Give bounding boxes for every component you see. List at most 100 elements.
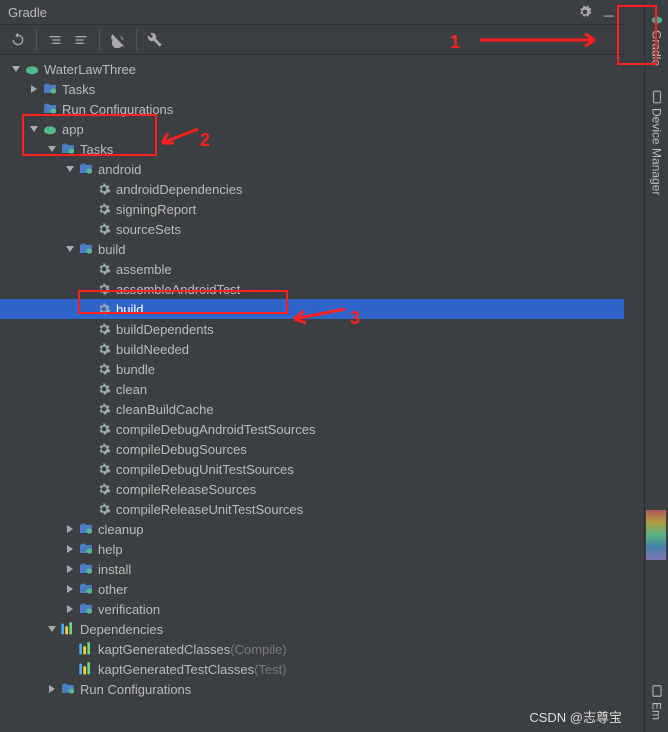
build-settings-button[interactable] xyxy=(143,28,167,52)
tree-row-tasks[interactable]: Tasks xyxy=(0,79,624,99)
tree-row-install[interactable]: install xyxy=(0,559,624,579)
tree-item-label: verification xyxy=(98,602,160,617)
folder-gradle-icon xyxy=(78,241,94,257)
gear-icon xyxy=(96,421,112,437)
expand-arrow[interactable] xyxy=(62,545,78,553)
deps-icon xyxy=(60,621,76,637)
tree-row-assemble[interactable]: assemble xyxy=(0,259,624,279)
right-tab-emulator[interactable]: Em xyxy=(648,680,666,724)
folder-gradle-icon xyxy=(78,601,94,617)
tree-row-compiledebugunittestsources[interactable]: compileDebugUnitTestSources xyxy=(0,459,624,479)
tree-row-bundle[interactable]: bundle xyxy=(0,359,624,379)
expand-all-button[interactable] xyxy=(43,28,67,52)
tree-item-label: kaptGeneratedTestClasses xyxy=(98,662,254,677)
tree-row-compilereleaseunittestsources[interactable]: compileReleaseUnitTestSources xyxy=(0,499,624,519)
tree-row-sourcesets[interactable]: sourceSets xyxy=(0,219,624,239)
gear-icon xyxy=(96,481,112,497)
tree-row-kaptgeneratedtestclasses[interactable]: kaptGeneratedTestClasses (Test) xyxy=(0,659,624,679)
panel-header: Gradle xyxy=(0,0,624,25)
tree-item-label: assembleAndroidTest xyxy=(116,282,240,297)
tree-item-label: Run Configurations xyxy=(80,682,191,697)
expand-arrow[interactable] xyxy=(8,66,24,72)
tree-row-clean[interactable]: clean xyxy=(0,379,624,399)
expand-arrow[interactable] xyxy=(62,166,78,172)
right-sidebar: Gradle Device Manager Em xyxy=(644,0,668,732)
tree-row-cleanbuildcache[interactable]: cleanBuildCache xyxy=(0,399,624,419)
tree-row-build[interactable]: build xyxy=(0,239,624,259)
tree-row-waterlawthree[interactable]: WaterLawThree xyxy=(0,59,624,79)
tree-row-compiledebugsources[interactable]: compileDebugSources xyxy=(0,439,624,459)
tree-item-label: build xyxy=(116,302,143,317)
tree-item-label: compileDebugAndroidTestSources xyxy=(116,422,315,437)
tree-row-kaptgeneratedclasses[interactable]: kaptGeneratedClasses (Compile) xyxy=(0,639,624,659)
settings-icon[interactable] xyxy=(578,5,592,19)
expand-arrow[interactable] xyxy=(44,685,60,693)
folder-gradle-icon xyxy=(78,521,94,537)
gear-icon xyxy=(96,441,112,457)
tree-row-builddependents[interactable]: buildDependents xyxy=(0,319,624,339)
tree-row-help[interactable]: help xyxy=(0,539,624,559)
expand-arrow[interactable] xyxy=(62,246,78,252)
toggle-offline-button[interactable] xyxy=(106,28,130,52)
tree-row-build[interactable]: build xyxy=(0,299,624,319)
expand-arrow[interactable] xyxy=(26,85,42,93)
gear-icon xyxy=(96,321,112,337)
refresh-button[interactable] xyxy=(6,28,30,52)
folder-gradle-icon xyxy=(60,681,76,697)
tree-row-androiddependencies[interactable]: androidDependencies xyxy=(0,179,624,199)
tree-row-android[interactable]: android xyxy=(0,159,624,179)
tree-row-signingreport[interactable]: signingReport xyxy=(0,199,624,219)
tree-item-label: Tasks xyxy=(62,82,95,97)
tree-item-label: compileDebugUnitTestSources xyxy=(116,462,294,477)
tree-item-label: compileReleaseUnitTestSources xyxy=(116,502,303,517)
gear-icon xyxy=(96,181,112,197)
gear-icon xyxy=(96,361,112,377)
gradle-icon xyxy=(650,12,664,26)
tree-row-run-configurations[interactable]: Run Configurations xyxy=(0,679,624,699)
expand-arrow[interactable] xyxy=(62,525,78,533)
gradle-tree[interactable]: WaterLawThreeTasksRun ConfigurationsappT… xyxy=(0,55,624,732)
expand-arrow[interactable] xyxy=(44,146,60,152)
gear-icon xyxy=(96,261,112,277)
gear-icon xyxy=(96,301,112,317)
tree-row-app[interactable]: app xyxy=(0,119,624,139)
tree-item-label: Tasks xyxy=(80,142,113,157)
folder-gradle-icon xyxy=(60,141,76,157)
tree-item-label: buildNeeded xyxy=(116,342,189,357)
gear-icon xyxy=(96,501,112,517)
folder-gradle-icon xyxy=(42,81,58,97)
right-tab-gradle[interactable]: Gradle xyxy=(648,8,666,70)
tree-row-assembleandroidtest[interactable]: assembleAndroidTest xyxy=(0,279,624,299)
tree-item-label: kaptGeneratedClasses xyxy=(98,642,230,657)
tree-row-compilereleasesources[interactable]: compileReleaseSources xyxy=(0,479,624,499)
tree-row-verification[interactable]: verification xyxy=(0,599,624,619)
tree-item-label: help xyxy=(98,542,123,557)
collapse-all-button[interactable] xyxy=(69,28,93,52)
expand-arrow[interactable] xyxy=(62,565,78,573)
expand-arrow[interactable] xyxy=(44,626,60,632)
tree-item-label: android xyxy=(98,162,141,177)
folder-gradle-icon xyxy=(78,581,94,597)
expand-arrow[interactable] xyxy=(62,605,78,613)
tree-row-run-configurations[interactable]: Run Configurations xyxy=(0,99,624,119)
deps-icon xyxy=(78,661,94,677)
tree-row-tasks[interactable]: Tasks xyxy=(0,139,624,159)
tree-item-label: signingReport xyxy=(116,202,196,217)
expand-arrow[interactable] xyxy=(62,585,78,593)
gear-icon xyxy=(96,401,112,417)
gear-icon xyxy=(96,201,112,217)
expand-arrow[interactable] xyxy=(26,126,42,132)
tree-row-dependencies[interactable]: Dependencies xyxy=(0,619,624,639)
tree-row-cleanup[interactable]: cleanup xyxy=(0,519,624,539)
tree-row-compiledebugandroidtestsources[interactable]: compileDebugAndroidTestSources xyxy=(0,419,624,439)
tree-row-buildneeded[interactable]: buildNeeded xyxy=(0,339,624,359)
gear-icon xyxy=(96,221,112,237)
tree-row-other[interactable]: other xyxy=(0,579,624,599)
gradle-icon xyxy=(42,121,58,137)
tree-item-label: compileReleaseSources xyxy=(116,482,256,497)
tree-item-label: build xyxy=(98,242,125,257)
toolbar-separator xyxy=(36,30,37,50)
right-tab-device-manager[interactable]: Device Manager xyxy=(648,86,666,199)
folder-gradle-icon xyxy=(78,161,94,177)
minimize-icon[interactable] xyxy=(602,5,616,19)
